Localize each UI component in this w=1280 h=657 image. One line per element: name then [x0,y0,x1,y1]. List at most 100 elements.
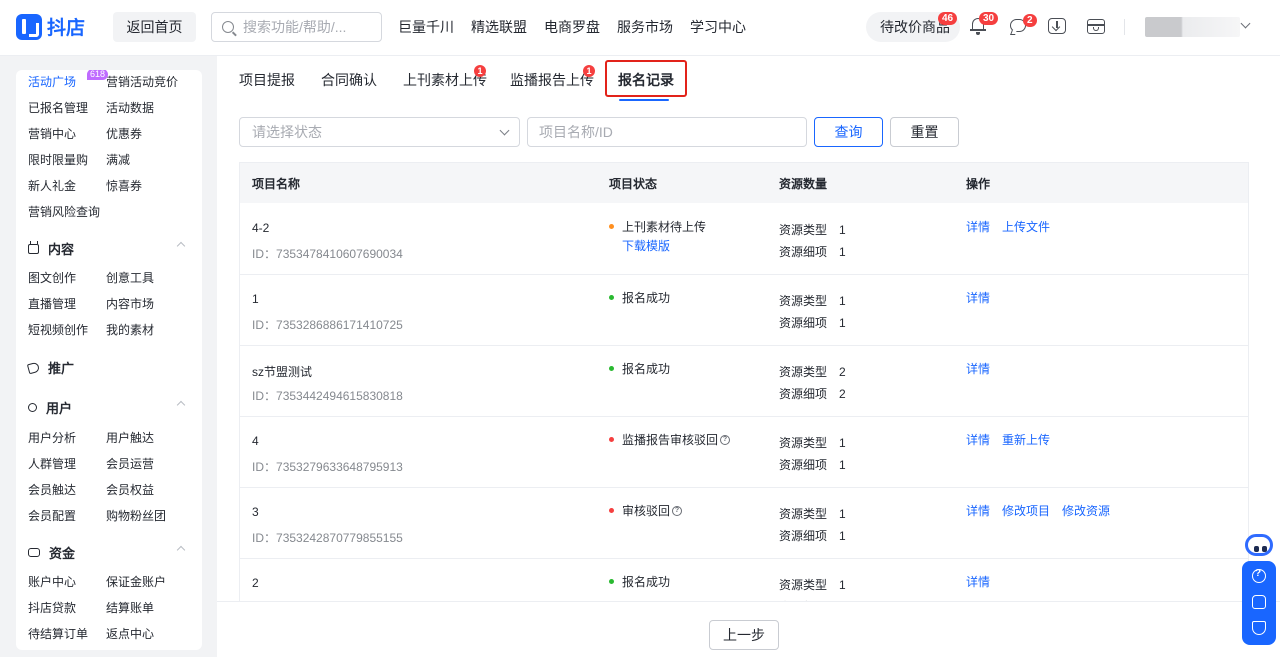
assistant-robot-icon[interactable] [1242,531,1276,561]
tab-project-submit[interactable]: 项目提报 [239,70,295,90]
action-link[interactable]: 详情 [966,218,990,235]
sidebar-item[interactable]: 惊喜券 [106,177,184,194]
sidebar-item[interactable]: 短视频创作 [28,321,106,338]
user-icon [28,403,37,412]
action-link[interactable]: 详情 [966,502,990,519]
tab-badge: 1 [474,65,486,77]
sidebar-item[interactable]: 优惠券 [106,125,184,142]
sidebar-item[interactable]: 会员配置 [28,507,106,524]
chevron-up-icon[interactable] [176,241,186,251]
resource-item-label: 资源细项 [779,529,828,543]
sidebar-item[interactable]: 已报名管理 [28,99,106,116]
sidebar-section-user[interactable]: 用户 [28,398,190,417]
sidebar-row: 活动广场 营销活动竞价 618 [28,70,184,90]
status-select[interactable]: 请选择状态 [239,117,520,147]
sidebar-item[interactable]: 内容市场 [106,295,184,312]
nav-item-compass[interactable]: 电商罗盘 [544,17,600,37]
action-link[interactable]: 详情 [966,431,990,448]
reset-button[interactable]: 重置 [890,117,959,147]
tab-contract-confirm[interactable]: 合同确认 [321,70,377,90]
nav-item-service-market[interactable]: 服务市场 [617,17,673,37]
records-table: 项目名称 项目状态 资源数量 操作 4-2 ID：7353478410607690… [239,162,1249,602]
sidebar-item[interactable]: 营销风险查询 [28,203,106,220]
tab-monitor-report-upload[interactable]: 监播报告上传 [510,70,594,90]
status-cell: 报名成功 [609,573,670,590]
chevron-down-icon[interactable] [1240,18,1251,29]
search-input[interactable] [243,19,373,35]
download-icon[interactable] [1046,16,1068,38]
action-link[interactable]: 上传文件 [1002,218,1050,235]
nav-item-learning[interactable]: 学习中心 [690,17,746,37]
sidebar-item-bidding[interactable]: 营销活动竞价 [106,73,184,90]
shield-icon[interactable] [1252,621,1266,635]
nav-item-alliance[interactable]: 精选联盟 [471,17,527,37]
sidebar-item[interactable]: 营销中心 [28,125,106,142]
query-button[interactable]: 查询 [814,117,883,147]
resource-type-line: 资源类型 2 [779,363,846,380]
sidebar-item[interactable]: 会员触达 [28,481,106,498]
sidebar-item[interactable]: 直播管理 [28,295,106,312]
row-actions: 详情 重新上传 [966,431,1050,448]
sidebar-row: 会员配置 购物粉丝团 [28,507,184,524]
sidebar-item[interactable]: 新人礼金 [28,177,106,194]
sidebar-section-promotion[interactable]: 推广 [26,358,190,377]
sidebar-item[interactable]: 账户中心 [28,573,106,590]
sidebar-item[interactable]: 活动数据 [106,99,184,116]
project-id: ID：7353442494615830818 [252,387,403,404]
previous-step-button[interactable]: 上一步 [709,620,779,650]
sidebar-row: 账户中心 保证金账户 [28,573,184,590]
chevron-up-icon[interactable] [176,400,186,410]
sidebar-item[interactable]: 限时限量购 [28,151,106,168]
sidebar-item[interactable]: 满减 [106,151,184,168]
status-text: 报名成功 [622,291,671,305]
sidebar-item[interactable]: 保证金账户 [106,573,184,590]
download-template-link[interactable]: 下载模版 [622,237,670,254]
action-link[interactable]: 修改项目 [1002,502,1050,519]
project-name-id-input[interactable] [527,117,807,147]
customer-service-icon[interactable] [1252,595,1266,609]
back-home-button[interactable]: 返回首页 [113,12,196,42]
search-icon [222,21,234,33]
sidebar-item[interactable]: 创意工具 [106,269,184,286]
resource-item-value: 1 [839,245,846,259]
account-avatar-blurred[interactable] [1145,17,1240,37]
resource-type-value: 2 [839,365,846,379]
action-link[interactable]: 详情 [966,573,990,590]
action-link[interactable]: 修改资源 [1062,502,1110,519]
resource-item-line: 资源细项 1 [779,527,846,544]
row-actions: 详情 [966,289,990,306]
sidebar-item[interactable]: 返点中心 [106,625,184,642]
help-question-icon[interactable] [1252,568,1266,583]
footer-bar: 上一步 [217,601,1280,657]
resource-type-line: 资源类型 1 [779,576,846,593]
action-link[interactable]: 详情 [966,360,990,377]
sidebar-item[interactable]: 图文创作 [28,269,106,286]
chevron-up-icon[interactable] [176,545,186,555]
logo[interactable]: 抖店 [16,13,85,40]
sidebar-item[interactable]: 会员运营 [106,455,184,472]
status-text: 报名成功 [622,362,671,376]
sidebar-section-fund[interactable]: 资金 [28,543,190,562]
sidebar-item[interactable]: 我的素材 [106,321,184,338]
status-dot [609,224,614,229]
sidebar-item[interactable]: 用户分析 [28,429,106,446]
id-value: 7353442494615830818 [276,389,403,403]
nav-item-qianchuan[interactable]: 巨量千川 [398,17,454,37]
sidebar-section-content[interactable]: 内容 [28,239,190,258]
status-dot [609,508,614,513]
search-box[interactable] [211,12,382,42]
table-row: 4-2 ID：7353478410607690034 上刊素材待上传 下载模版 资源类型… [240,204,1248,275]
sidebar-item[interactable]: 会员权益 [106,481,184,498]
resource-type-label: 资源类型 [779,365,828,379]
action-link[interactable]: 详情 [966,289,990,306]
action-link[interactable]: 重新上传 [1002,431,1050,448]
sidebar-item[interactable]: 抖店贷款 [28,599,106,616]
sidebar-item[interactable]: 用户触达 [106,429,184,446]
shop-icon[interactable] [1085,16,1107,38]
sidebar-item[interactable]: 待结算订单 [28,625,106,642]
sidebar-item[interactable]: 购物粉丝团 [106,507,184,524]
sidebar-item[interactable]: 结算账单 [106,599,184,616]
sidebar-item[interactable]: 人群管理 [28,455,106,472]
help-question-icon[interactable]: ? [720,434,731,445]
help-question-icon[interactable]: ? [672,505,683,516]
